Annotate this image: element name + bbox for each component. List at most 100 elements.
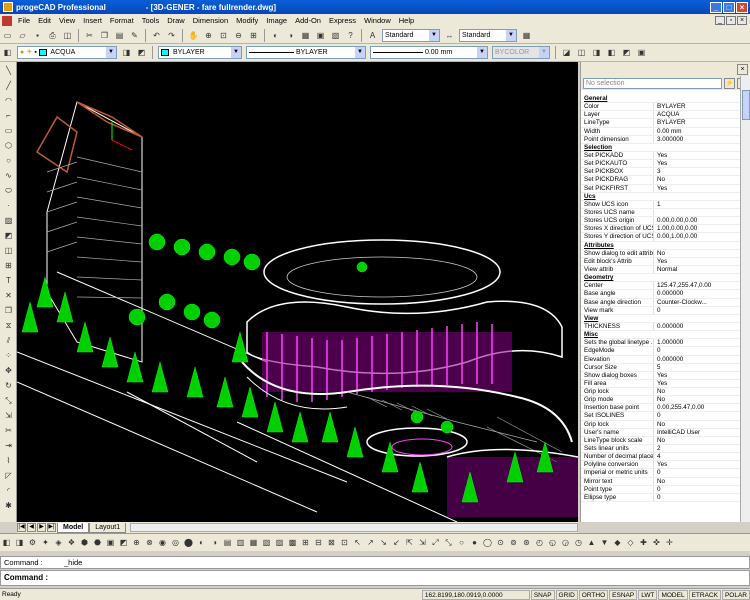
- property-row[interactable]: Base angle 0.000000: [581, 290, 741, 299]
- bottom-tool-43-icon[interactable]: ◵: [546, 536, 559, 549]
- bottom-tool-27-icon[interactable]: ⊡: [338, 536, 351, 549]
- match-properties-icon[interactable]: ✎: [128, 29, 141, 42]
- copy-object-icon[interactable]: ❐: [2, 304, 15, 317]
- bottom-tool-34-icon[interactable]: ⤢: [429, 536, 442, 549]
- property-row[interactable]: Layer ACQUA: [581, 111, 741, 120]
- property-row[interactable]: Mirror text No: [581, 477, 741, 486]
- property-value[interactable]: 0.00,1.00,0.00: [654, 233, 697, 240]
- property-row[interactable]: LineType block scale No: [581, 436, 741, 446]
- horizontal-scrollbar[interactable]: [130, 523, 578, 532]
- menu-insert[interactable]: Insert: [79, 16, 106, 25]
- property-row[interactable]: Sets the global linetype ... 1.000000: [581, 339, 741, 348]
- property-value[interactable]: ACQUA: [654, 111, 679, 118]
- property-row[interactable]: Stores X direction of UCS 1.00,0.00,0.00: [581, 225, 741, 234]
- tab-prev-icon[interactable]: ◀: [27, 523, 36, 532]
- redo-icon[interactable]: ↷: [165, 29, 178, 42]
- property-value[interactable]: 3: [654, 168, 661, 175]
- property-value[interactable]: 1: [654, 201, 661, 208]
- layer-tool-2-icon[interactable]: ◫: [575, 46, 588, 59]
- menu-add-on[interactable]: Add-On: [291, 16, 325, 25]
- bottom-tool-12-icon[interactable]: ⊗: [143, 536, 156, 549]
- scroll-thumb[interactable]: [742, 90, 750, 120]
- property-value[interactable]: Yes: [654, 258, 667, 265]
- bottom-tool-33-icon[interactable]: ⇲: [416, 536, 429, 549]
- layer-previous-icon[interactable]: ◩: [135, 46, 148, 59]
- bottom-tool-23-icon[interactable]: ▩: [286, 536, 299, 549]
- bottom-tool-38-icon[interactable]: ◯: [481, 536, 494, 549]
- bottom-tool-8-icon[interactable]: ⬣: [91, 536, 104, 549]
- property-value[interactable]: 4: [654, 453, 661, 460]
- app-icon[interactable]: [3, 2, 13, 12]
- bottom-tool-6-icon[interactable]: ❖: [65, 536, 78, 549]
- menu-edit[interactable]: Edit: [34, 16, 55, 25]
- scale-icon[interactable]: ⤡: [2, 394, 15, 407]
- explode-icon[interactable]: ✱: [2, 499, 15, 512]
- property-value[interactable]: Yes: [654, 160, 667, 167]
- property-row[interactable]: View mark 0: [581, 306, 741, 315]
- property-row[interactable]: Sets linear units 2: [581, 445, 741, 454]
- bottom-tool-15-icon[interactable]: ⬤: [182, 536, 195, 549]
- tab-next-icon[interactable]: ▶: [37, 523, 46, 532]
- cut-icon[interactable]: ✂: [83, 29, 96, 42]
- property-row[interactable]: Base angle direction Counter-Clockw...: [581, 298, 741, 307]
- tab-first-icon[interactable]: |◀: [17, 523, 26, 532]
- property-value[interactable]: No: [654, 421, 665, 428]
- property-row[interactable]: Ellipse type 0: [581, 493, 741, 503]
- property-value[interactable]: 0: [654, 307, 661, 314]
- property-value[interactable]: Yes: [654, 152, 667, 159]
- bottom-tool-30-icon[interactable]: ↘: [377, 536, 390, 549]
- open-icon[interactable]: ▱: [16, 29, 29, 42]
- bottom-tool-18-icon[interactable]: ▤: [221, 536, 234, 549]
- layers-icon[interactable]: ◧: [1, 46, 14, 59]
- bottom-tool-51-icon[interactable]: ✜: [650, 536, 663, 549]
- linetype-select[interactable]: BYLAYER ▼: [246, 46, 366, 59]
- bottom-tool-31-icon[interactable]: ↙: [390, 536, 403, 549]
- mirror-icon[interactable]: ⧖: [2, 319, 15, 332]
- bottom-tool-26-icon[interactable]: ⊠: [325, 536, 338, 549]
- offset-icon[interactable]: ⫽: [2, 334, 15, 347]
- bottom-tool-40-icon[interactable]: ⊚: [507, 536, 520, 549]
- property-value[interactable]: 1.00,0.00,0.00: [654, 225, 697, 232]
- layer-tool-4-icon[interactable]: ◧: [605, 46, 618, 59]
- property-value[interactable]: Yes: [654, 185, 667, 192]
- property-value[interactable]: 1.000000: [654, 339, 683, 346]
- block-icon[interactable]: ◫: [2, 244, 15, 257]
- tab-layout1[interactable]: Layout1: [89, 522, 127, 533]
- copy-icon[interactable]: ❐: [98, 29, 111, 42]
- property-row[interactable]: View attrib Normal: [581, 265, 741, 275]
- property-value[interactable]: BYLAYER: [654, 103, 686, 110]
- erase-icon[interactable]: ✕: [2, 289, 15, 302]
- bottom-tool-50-icon[interactable]: ✚: [637, 536, 650, 549]
- make-current-icon[interactable]: ◨: [120, 46, 133, 59]
- bottom-tool-16-icon[interactable]: ◐: [195, 536, 208, 549]
- property-row[interactable]: Show UCS icon 1: [581, 200, 741, 209]
- property-row[interactable]: Point type 0: [581, 485, 741, 494]
- property-value[interactable]: Normal: [654, 266, 677, 273]
- layer-tool-1-icon[interactable]: ◪: [560, 46, 573, 59]
- property-value[interactable]: 0.00,255.47,0.00: [654, 404, 704, 411]
- property-value[interactable]: 0: [654, 486, 661, 493]
- property-row[interactable]: Elevation 0.000000: [581, 355, 741, 364]
- property-row[interactable]: Stores Y direction of UCS 0.00,1.00,0.00: [581, 233, 741, 242]
- print-icon[interactable]: ⎙: [46, 29, 59, 42]
- bottom-tool-45-icon[interactable]: ◷: [572, 536, 585, 549]
- document-icon[interactable]: [2, 15, 12, 26]
- arc-icon[interactable]: ◠: [2, 94, 15, 107]
- bottom-tool-24-icon[interactable]: ⊞: [299, 536, 312, 549]
- menu-format[interactable]: Format: [106, 16, 138, 25]
- property-value[interactable]: 3.000000: [654, 136, 683, 143]
- tool-palette-icon[interactable]: ▧: [329, 29, 342, 42]
- design-center-icon[interactable]: ▣: [314, 29, 327, 42]
- minimize-button[interactable]: _: [710, 1, 722, 13]
- dim-style-select[interactable]: Standard ▼: [459, 28, 517, 42]
- bottom-tool-3-icon[interactable]: ⚙: [26, 536, 39, 549]
- selection-select[interactable]: No selection: [583, 77, 722, 89]
- bottom-tool-22-icon[interactable]: ▨: [273, 536, 286, 549]
- tab-model[interactable]: Model: [57, 522, 90, 533]
- property-value[interactable]: Yes: [654, 372, 667, 379]
- bottom-tool-29-icon[interactable]: ↗: [364, 536, 377, 549]
- property-row[interactable]: Grip lock No: [581, 388, 741, 397]
- close-button[interactable]: ×: [736, 1, 748, 13]
- line-icon[interactable]: ╲: [2, 64, 15, 77]
- property-value[interactable]: 2: [654, 445, 661, 452]
